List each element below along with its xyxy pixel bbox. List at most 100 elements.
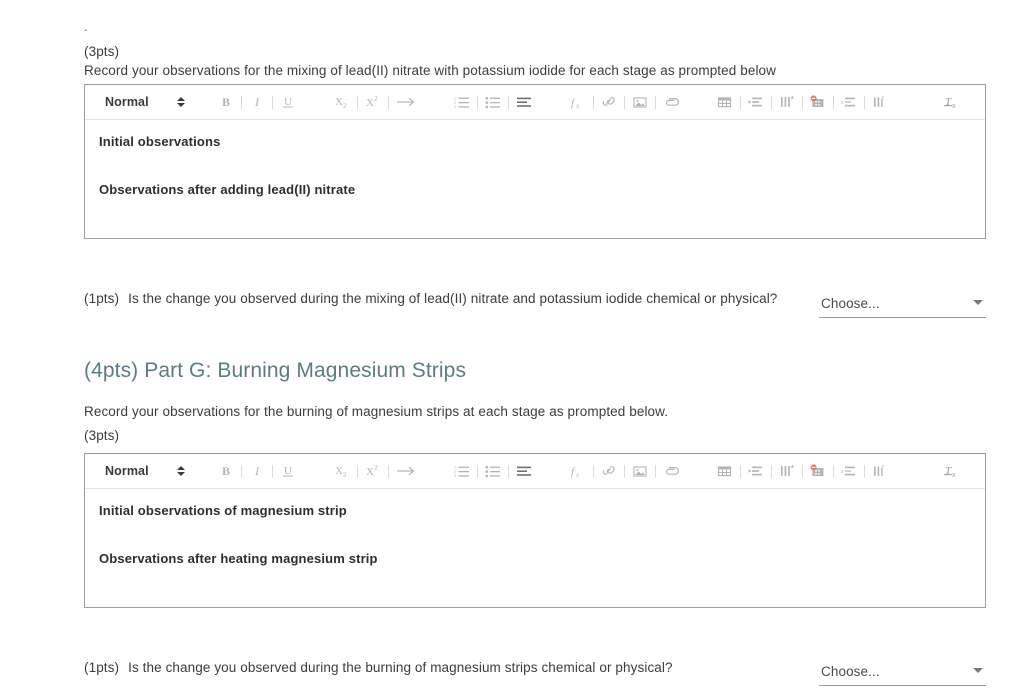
superscript-icon[interactable]: X2 — [362, 458, 384, 484]
clear-formatting-icon[interactable]: T x — [941, 89, 963, 115]
toolbar-separator — [504, 458, 513, 484]
toolbar-separator — [589, 458, 598, 484]
svg-text:X: X — [335, 465, 343, 477]
svg-text:x: x — [841, 100, 844, 106]
formula-icon[interactable]: fx — [567, 458, 589, 484]
subscript-icon[interactable]: X2 — [331, 89, 353, 115]
section-2-prompt: Record your observations for the burning… — [84, 404, 669, 419]
italic-icon[interactable]: I — [246, 458, 268, 484]
toolbar-separator — [767, 458, 776, 484]
bullet-list-icon[interactable] — [482, 458, 504, 484]
chevron-down-icon — [973, 300, 983, 305]
toolbar-separator — [353, 458, 362, 484]
toolbar-separator — [237, 458, 246, 484]
svg-text:1: 1 — [454, 466, 456, 470]
ordered-list-icon[interactable]: 1 2 3 — [451, 89, 473, 115]
editor-2-line-1: Initial observations of magnesium strip — [99, 503, 347, 518]
rich-text-editor-1[interactable]: Normal B I U X 2 X 2 1 2 3 f x x x T x I… — [84, 84, 986, 239]
toolbar-separator — [829, 458, 838, 484]
toolbar-separator — [353, 89, 362, 115]
link-icon[interactable] — [598, 89, 620, 115]
toolbar-separator — [736, 89, 745, 115]
assignment-page: . (3pts) Record your observations for th… — [0, 0, 1024, 700]
image-icon[interactable] — [629, 458, 651, 484]
toolbar-separator — [473, 89, 482, 115]
svg-text:x: x — [841, 469, 844, 475]
toolbar-separator — [620, 458, 629, 484]
question-1-text: (1pts) Is the change you observed during … — [84, 289, 777, 308]
chevron-down-icon — [973, 668, 983, 673]
attachment-icon[interactable] — [660, 89, 682, 115]
superscript-icon[interactable]: X2 — [362, 89, 384, 115]
align-icon[interactable] — [513, 89, 535, 115]
delete-column-icon[interactable]: x — [869, 89, 891, 115]
question-2-dropdown-value: Choose... — [821, 664, 880, 679]
editor-1-table-group: x x — [714, 85, 891, 119]
editor-2-content[interactable]: Initial observations of magnesium strip … — [85, 489, 985, 607]
insert-table-icon[interactable] — [714, 458, 736, 484]
section-1-prompt: Record your observations for the mixing … — [84, 63, 776, 78]
question-2-dropdown[interactable]: Choose... — [819, 664, 986, 686]
rich-text-editor-2[interactable]: Normal B I U X2 X 2 1 2 3 f x x x T x In… — [84, 453, 986, 608]
image-icon[interactable] — [629, 89, 651, 115]
editor-2-style-label: Normal — [105, 464, 149, 478]
svg-text:x: x — [952, 103, 956, 110]
svg-text:x: x — [575, 102, 580, 109]
svg-text:2: 2 — [343, 471, 347, 478]
svg-text:U: U — [284, 96, 292, 108]
subscript-icon[interactable]: X2 — [331, 458, 353, 484]
underline-icon[interactable]: U — [277, 89, 299, 115]
svg-text:3: 3 — [454, 474, 456, 478]
ordered-list-icon[interactable]: 1 2 3 — [451, 458, 473, 484]
italic-icon[interactable]: I — [246, 89, 268, 115]
svg-text:x: x — [882, 95, 885, 100]
question-1-dropdown-value: Choose... — [821, 296, 880, 311]
editor-2-insert-group: fx — [567, 454, 682, 488]
delete-row-icon[interactable]: x — [838, 89, 860, 115]
align-icon[interactable] — [513, 458, 535, 484]
editor-1-content[interactable]: Initial observations Observations after … — [85, 120, 985, 238]
chevron-updown-icon — [176, 97, 185, 107]
toolbar-separator — [798, 458, 807, 484]
insert-column-icon[interactable] — [776, 89, 798, 115]
clear-formatting-icon[interactable]: T x — [941, 458, 963, 484]
delete-table-icon[interactable] — [807, 89, 829, 115]
question-1-dropdown[interactable]: Choose... — [819, 296, 986, 318]
toolbar-separator — [384, 458, 393, 484]
formula-icon[interactable]: fx — [567, 89, 589, 115]
question-2-points: (1pts) — [84, 660, 120, 675]
toolbar-separator — [268, 458, 277, 484]
editor-2-style-select[interactable]: Normal — [95, 454, 189, 488]
question-1-body: Is the change you observed during the mi… — [128, 291, 778, 306]
toolbar-separator — [860, 458, 869, 484]
delete-column-icon[interactable]: x — [869, 458, 891, 484]
link-icon[interactable] — [598, 458, 620, 484]
editor-2-table-group: x x — [714, 454, 891, 488]
indent-arrow-icon[interactable] — [393, 458, 419, 484]
svg-text:I: I — [254, 95, 260, 109]
bold-icon[interactable]: B — [215, 458, 237, 484]
insert-row-icon[interactable] — [745, 89, 767, 115]
bold-icon[interactable]: B — [215, 89, 237, 115]
indent-arrow-icon[interactable] — [393, 89, 419, 115]
editor-2-text-style-group: B I U — [215, 454, 299, 488]
bullet-list-icon[interactable] — [482, 89, 504, 115]
delete-row-icon[interactable]: x — [838, 458, 860, 484]
editor-2-line-2: Observations after heating magnesium str… — [99, 551, 378, 566]
insert-table-icon[interactable] — [714, 89, 736, 115]
toolbar-separator — [620, 89, 629, 115]
svg-text:B: B — [222, 95, 230, 109]
question-1-points: (1pts) — [84, 291, 120, 306]
section-2-points: (3pts) — [84, 428, 120, 443]
svg-text:X: X — [335, 96, 343, 108]
insert-row-icon[interactable] — [745, 458, 767, 484]
editor-1-style-select[interactable]: Normal — [95, 85, 189, 119]
toolbar-separator — [268, 89, 277, 115]
underline-icon[interactable]: U — [277, 458, 299, 484]
svg-text:x: x — [952, 472, 956, 479]
svg-text:I: I — [254, 464, 260, 478]
attachment-icon[interactable] — [660, 458, 682, 484]
delete-table-icon[interactable] — [807, 458, 829, 484]
insert-column-icon[interactable] — [776, 458, 798, 484]
leading-dot: . — [84, 19, 88, 34]
